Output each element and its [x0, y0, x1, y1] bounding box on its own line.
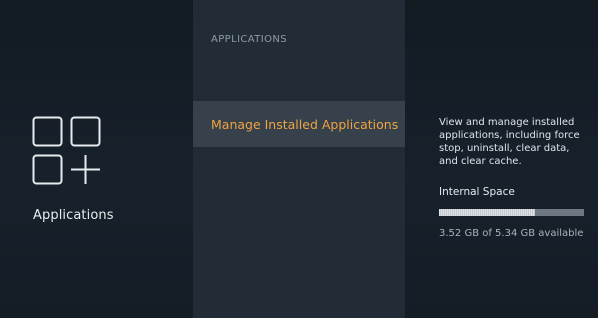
applications-grid-icon: [32, 116, 102, 186]
settings-menu: APPLICATIONS Manage Installed Applicatio…: [193, 0, 405, 318]
item-description: View and manage installed applications, …: [439, 117, 580, 167]
manage-installed-applications-item[interactable]: Manage Installed Applications: [193, 101, 405, 147]
category-panel: Applications: [0, 0, 193, 318]
category-title: Applications: [33, 208, 114, 223]
storage-progress-fill: [439, 209, 535, 216]
section-header: APPLICATIONS: [211, 34, 288, 45]
details-panel: View and manage installed applications, …: [405, 0, 598, 318]
storage-progress-bar: [439, 209, 584, 216]
fire-tv-settings-screen: Applications APPLICATIONS Manage Install…: [0, 0, 598, 318]
internal-space-label: Internal Space: [439, 186, 515, 198]
storage-available-text: 3.52 GB of 5.34 GB available: [439, 228, 584, 239]
